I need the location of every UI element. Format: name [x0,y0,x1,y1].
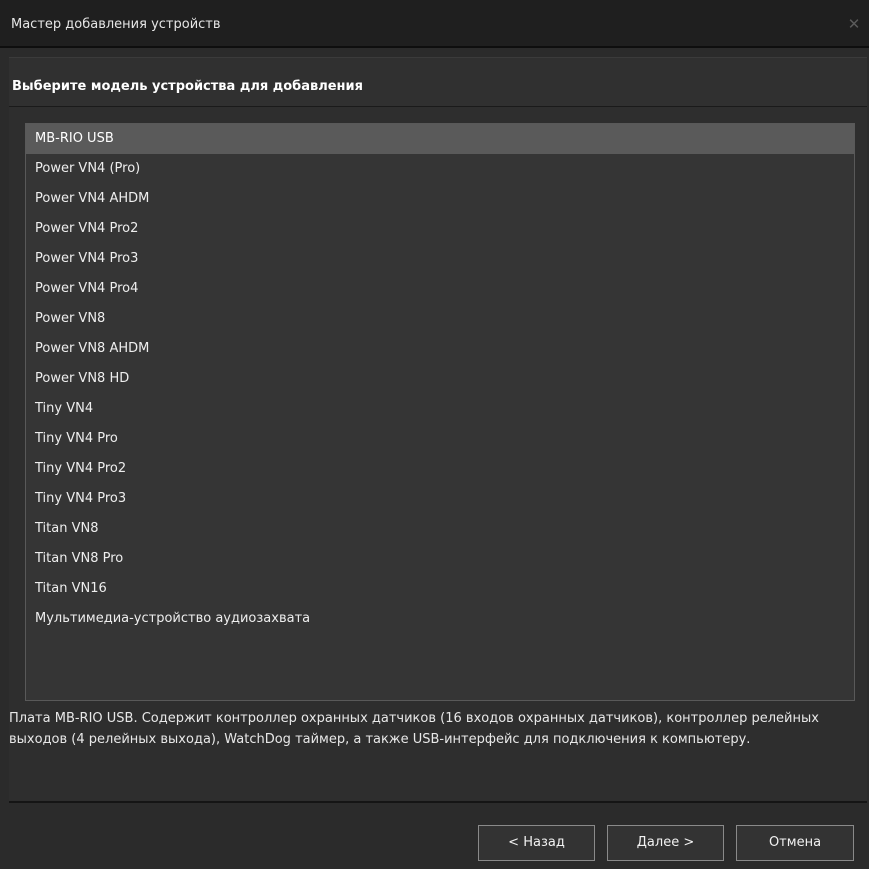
wizard-content: MB-RIO USB Power VN4 (Pro) Power VN4 AHDM P… [9,107,867,801]
wizard-header: Выберите модель устройства для добавлени… [9,57,867,107]
back-button[interactable]: < Назад [478,825,595,861]
cancel-button[interactable]: Отмена [736,825,854,861]
list-item[interactable]: Power VN4 Pro3 [26,244,854,274]
list-item[interactable]: Tiny VN4 Pro2 [26,454,854,484]
list-item[interactable]: Titan VN8 [26,514,854,544]
device-wizard-dialog: Мастер добавления устройств ✕ Выберите м… [0,0,869,869]
list-item[interactable]: Power VN8 AHDM [26,334,854,364]
list-item[interactable]: Power VN4 (Pro) [26,154,854,184]
list-item[interactable]: Power VN8 [26,304,854,334]
list-item[interactable]: Tiny VN4 Pro [26,424,854,454]
page-title: Выберите модель устройства для добавлени… [12,79,363,94]
list-item[interactable]: Titan VN16 [26,574,854,604]
list-item[interactable]: Power VN4 Pro4 [26,274,854,304]
list-item[interactable]: Power VN4 Pro2 [26,214,854,244]
list-item[interactable]: Tiny VN4 [26,394,854,424]
wizard-footer: < Назад Далее > Отмена [9,801,867,867]
close-icon[interactable]: ✕ [843,13,865,35]
window-title: Мастер добавления устройств [11,17,221,32]
list-item[interactable]: Power VN4 AHDM [26,184,854,214]
next-button[interactable]: Далее > [607,825,724,861]
list-item[interactable]: Мультимедиа-устройство аудиозахвата [26,604,854,634]
list-item[interactable]: Power VN8 HD [26,364,854,394]
list-item[interactable]: Titan VN8 Pro [26,544,854,574]
title-bar[interactable]: Мастер добавления устройств ✕ [0,0,869,48]
device-description: Плата MB-RIO USB. Содержит контроллер ох… [9,711,819,747]
list-item[interactable]: MB-RIO USB [26,124,854,154]
device-model-list[interactable]: MB-RIO USB Power VN4 (Pro) Power VN4 AHDM P… [25,123,855,701]
list-item[interactable]: Tiny VN4 Pro3 [26,484,854,514]
